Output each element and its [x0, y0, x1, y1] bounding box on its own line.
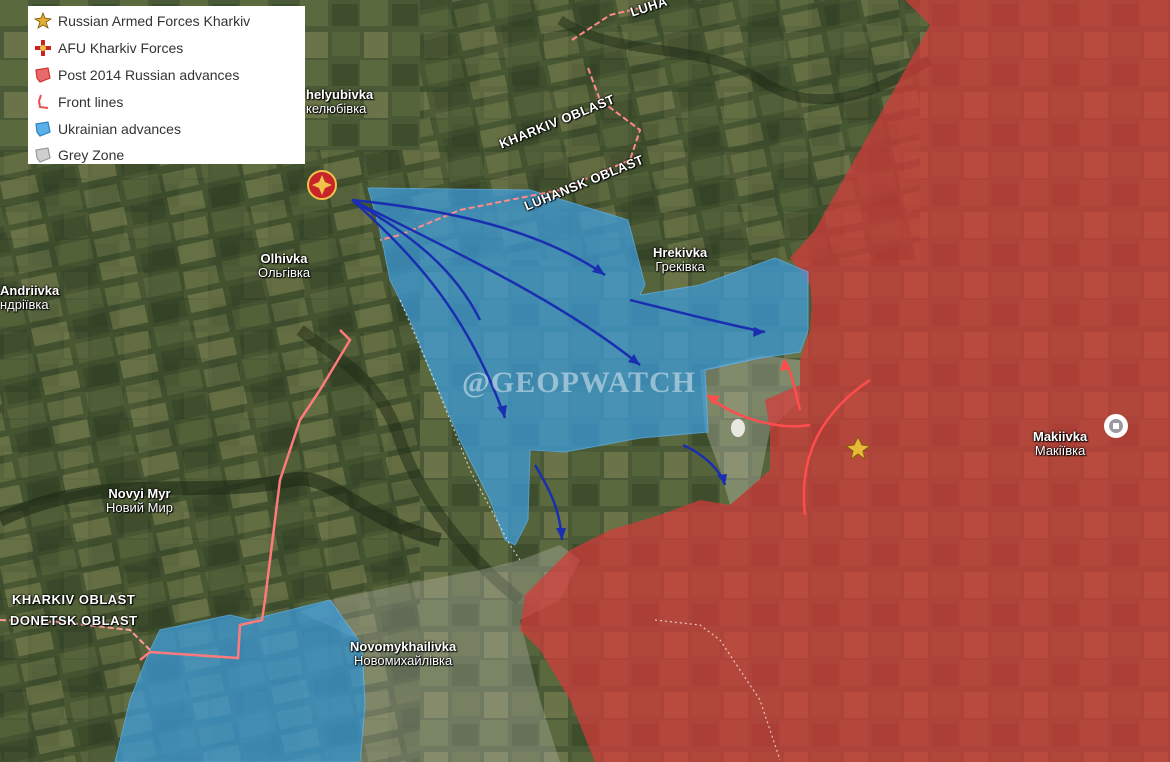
place-name-cyrillic: Греківка: [655, 259, 705, 274]
legend-label: Front lines: [58, 93, 124, 110]
legend-label: Grey Zone: [58, 147, 125, 164]
place-name: helyubivka: [306, 87, 374, 102]
legend-label: Russian Armed Forces Kharkiv: [58, 13, 251, 30]
russian-forces-emblem-icon: [34, 12, 52, 30]
watermark: @GEOPWATCH: [462, 366, 697, 399]
place-name-cyrillic: Новомихайлівка: [353, 653, 453, 668]
oblast-label-kharkiv-left: KHARKIV OBLAST: [12, 592, 136, 607]
place-name: Olhivka: [260, 251, 308, 266]
place-label-zhelyubivka: helyubivka келюбівка: [306, 88, 373, 116]
legend-item-grey-zone: Grey Zone: [34, 142, 305, 169]
place-name-cyrillic: Ольгівка: [258, 265, 311, 280]
place-name-cyrillic: ндріївка: [0, 297, 49, 312]
location-pin-icon[interactable]: [1104, 414, 1128, 438]
legend-item-russian-advances: Post 2014 Russian advances: [34, 62, 305, 89]
legend-item-russian-forces: Russian Armed Forces Kharkiv: [34, 8, 305, 35]
legend-label: Ukrainian advances: [58, 120, 181, 137]
legend-item-ukrainian-advances: Ukrainian advances: [34, 115, 305, 142]
place-name-cyrillic: Новий Мир: [106, 500, 173, 515]
place-name-cyrillic: Макіївка: [1034, 443, 1086, 458]
front-line-icon: [37, 94, 49, 109]
place-label-novomykhailivka: Novomykhailivka Новомихайлівка: [350, 640, 456, 668]
legend-label: AFU Kharkiv Forces: [58, 40, 184, 57]
place-name: Novyi Myr: [108, 486, 171, 501]
place-label-novyi-myr: Novyi Myr Новий Мир: [106, 487, 173, 515]
afu-emblem-icon: [35, 40, 51, 57]
grey-area-swatch-icon: [35, 147, 51, 164]
place-name: Andriivka: [0, 283, 60, 298]
blue-area-swatch-icon: [35, 120, 51, 137]
place-name-cyrillic: келюбівка: [306, 101, 367, 116]
field-patch: [731, 419, 745, 437]
place-label-andriivka: Andriivka ндріївка: [0, 284, 59, 312]
afu-emblem-icon[interactable]: [307, 170, 337, 200]
map-view[interactable]: Russian Armed Forces Kharkiv AFU Kharkiv…: [0, 0, 1170, 762]
oblast-label-donetsk-left: DONETSK OBLAST: [10, 613, 138, 628]
legend-label: Post 2014 Russian advances: [58, 66, 240, 83]
map-legend: Russian Armed Forces Kharkiv AFU Kharkiv…: [28, 6, 305, 164]
place-name: Makiivka: [1033, 429, 1088, 444]
place-name: Hrekivka: [653, 245, 708, 260]
red-area-swatch-icon: [35, 67, 51, 83]
place-label-olhivka: Olhivka Ольгівка: [258, 252, 310, 280]
place-name: Novomykhailivka: [350, 639, 457, 654]
place-label-hrekivka: Hrekivka Греківка: [653, 246, 707, 274]
legend-item-afu-forces: AFU Kharkiv Forces: [34, 35, 305, 62]
place-label-makiivka: Makiivka Макіївка: [1033, 430, 1087, 458]
legend-item-front-lines: Front lines: [34, 88, 305, 115]
